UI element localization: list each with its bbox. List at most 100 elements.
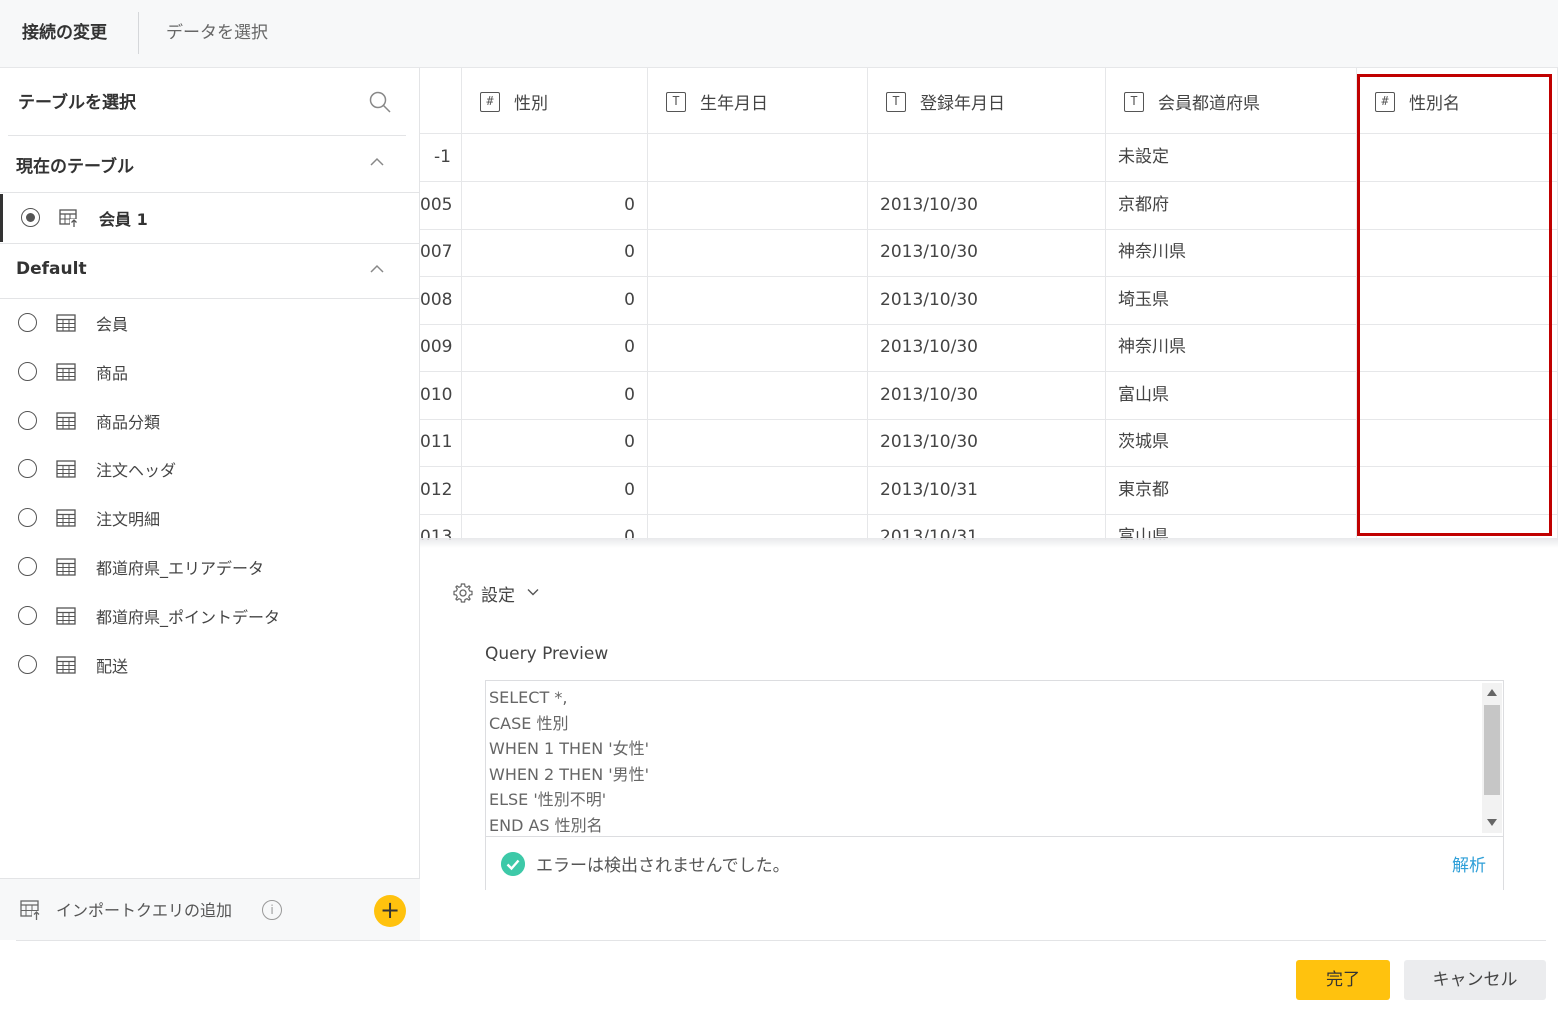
table-item-label: 商品: [96, 363, 129, 383]
grid-cell[interactable]: 2013/10/31: [868, 466, 1106, 515]
column-header[interactable]: # 性別: [462, 68, 648, 134]
column-header[interactable]: [420, 68, 462, 134]
grid-cell[interactable]: [648, 371, 868, 420]
grid-cell[interactable]: 0: [462, 419, 648, 467]
grid-cell[interactable]: [1357, 514, 1558, 540]
add-import-query-button[interactable]: +: [374, 895, 406, 927]
column-header[interactable]: T 生年月日: [648, 68, 868, 134]
grid-cell[interactable]: 2013/10/30: [868, 371, 1106, 420]
grid-cell[interactable]: 2013/10/30: [868, 276, 1106, 325]
grid-cell[interactable]: [1357, 229, 1558, 277]
grid-cell[interactable]: 013: [420, 514, 462, 540]
grid-cell[interactable]: 0: [462, 181, 648, 230]
grid-cell[interactable]: 2013/10/30: [868, 229, 1106, 277]
grid-cell[interactable]: 0: [462, 371, 648, 420]
grid-cell[interactable]: 0: [462, 229, 648, 277]
grid-cell[interactable]: 未設定: [1106, 134, 1357, 182]
query-scrollbar[interactable]: [1482, 683, 1502, 833]
grid-cell[interactable]: 008: [420, 276, 462, 325]
scroll-up-arrow-icon[interactable]: [1487, 689, 1497, 696]
grid-cell[interactable]: [648, 419, 868, 467]
grid-cell[interactable]: 茨城県: [1106, 419, 1357, 467]
radio-button[interactable]: [18, 508, 37, 528]
grid-cell[interactable]: 神奈川県: [1106, 229, 1357, 277]
grid-cell[interactable]: [648, 181, 868, 230]
table-item[interactable]: 都道府県_エリアデータ: [0, 543, 420, 591]
radio-button[interactable]: [18, 605, 37, 625]
info-icon[interactable]: i: [262, 900, 282, 920]
text-type-icon: T: [886, 92, 906, 112]
table-item[interactable]: 都道府県_ポイントデータ: [0, 592, 420, 640]
grid-cell[interactable]: [648, 466, 868, 515]
radio-button[interactable]: [18, 361, 37, 381]
tab-select-data[interactable]: データを選択: [166, 0, 268, 66]
table-item[interactable]: 商品: [0, 348, 420, 396]
table-item[interactable]: 会員: [0, 299, 420, 347]
grid-cell[interactable]: 埼玉県: [1106, 276, 1357, 325]
sidebar-footer: インポートクエリの追加 i +: [0, 878, 420, 940]
grid-cell[interactable]: [648, 276, 868, 325]
parse-link[interactable]: 解析: [1452, 851, 1486, 876]
chevron-up-icon[interactable]: [370, 264, 384, 274]
grid-cell[interactable]: 富山県: [1106, 514, 1357, 540]
grid-cell[interactable]: [1357, 419, 1558, 467]
radio-button[interactable]: [18, 459, 37, 479]
radio-button[interactable]: [18, 654, 37, 674]
grid-cell[interactable]: 0: [462, 276, 648, 325]
table-item[interactable]: 注文ヘッダ: [0, 445, 420, 493]
column-header[interactable]: T 登録年月日: [868, 68, 1106, 134]
column-header[interactable]: T 会員都道府県: [1106, 68, 1357, 134]
table-item[interactable]: 注文明細: [0, 494, 420, 542]
grid-cell[interactable]: [462, 134, 648, 182]
grid-cell[interactable]: 012: [420, 466, 462, 515]
grid-cell[interactable]: [868, 134, 1106, 182]
grid-cell[interactable]: 2013/10/30: [868, 324, 1106, 372]
grid-cell[interactable]: [648, 324, 868, 372]
check-circle-icon: [501, 852, 525, 876]
grid-cell[interactable]: [1357, 371, 1558, 420]
grid-cell[interactable]: [1357, 324, 1558, 372]
grid-cell[interactable]: 2013/10/30: [868, 419, 1106, 467]
radio-button[interactable]: [18, 313, 37, 332]
table-item[interactable]: 商品分類: [0, 397, 420, 445]
grid-cell[interactable]: 0: [462, 514, 648, 540]
radio-selected[interactable]: [21, 208, 40, 227]
query-editor[interactable]: SELECT *, CASE 性別 WHEN 1 THEN '女性' WHEN 2 T…: [489, 685, 1479, 835]
default-section-header[interactable]: Default: [0, 244, 420, 298]
grid-cell[interactable]: 010: [420, 371, 462, 420]
table-item[interactable]: 配送: [0, 641, 420, 689]
radio-button[interactable]: [18, 557, 37, 576]
grid-cell[interactable]: 京都府: [1106, 181, 1357, 230]
done-button[interactable]: 完了: [1296, 960, 1390, 1000]
grid-cell[interactable]: -1: [420, 134, 462, 182]
grid-cell[interactable]: 009: [420, 324, 462, 372]
grid-cell[interactable]: [648, 514, 868, 540]
grid-cell[interactable]: 富山県: [1106, 371, 1357, 420]
scroll-down-arrow-icon[interactable]: [1487, 819, 1497, 826]
grid-cell[interactable]: 011: [420, 419, 462, 467]
grid-cell[interactable]: 007: [420, 229, 462, 277]
grid-cell[interactable]: [1357, 276, 1558, 325]
grid-cell[interactable]: 神奈川県: [1106, 324, 1357, 372]
grid-cell[interactable]: [648, 229, 868, 277]
table-item-current[interactable]: 会員 1: [0, 194, 420, 242]
grid-cell[interactable]: [1357, 466, 1558, 515]
grid-cell[interactable]: 0: [462, 324, 648, 372]
cancel-button[interactable]: キャンセル: [1404, 960, 1546, 1000]
scroll-thumb[interactable]: [1484, 705, 1500, 795]
current-table-section-header[interactable]: 現在のテーブル: [0, 137, 420, 191]
grid-cell[interactable]: 0: [462, 466, 648, 515]
radio-button[interactable]: [18, 410, 37, 430]
grid-cell[interactable]: [1357, 181, 1558, 230]
search-icon[interactable]: [368, 90, 392, 114]
column-header[interactable]: # 性別名: [1357, 68, 1558, 134]
tab-change-connection[interactable]: 接続の変更: [22, 0, 107, 66]
grid-cell[interactable]: 2013/10/30: [868, 181, 1106, 230]
add-import-query-label[interactable]: インポートクエリの追加: [56, 897, 232, 921]
grid-cell[interactable]: 東京都: [1106, 466, 1357, 515]
grid-cell[interactable]: 2013/10/31: [868, 514, 1106, 540]
grid-cell[interactable]: 005: [420, 181, 462, 230]
chevron-up-icon[interactable]: [370, 157, 384, 167]
grid-cell[interactable]: [1357, 134, 1558, 182]
grid-cell[interactable]: [648, 134, 868, 182]
